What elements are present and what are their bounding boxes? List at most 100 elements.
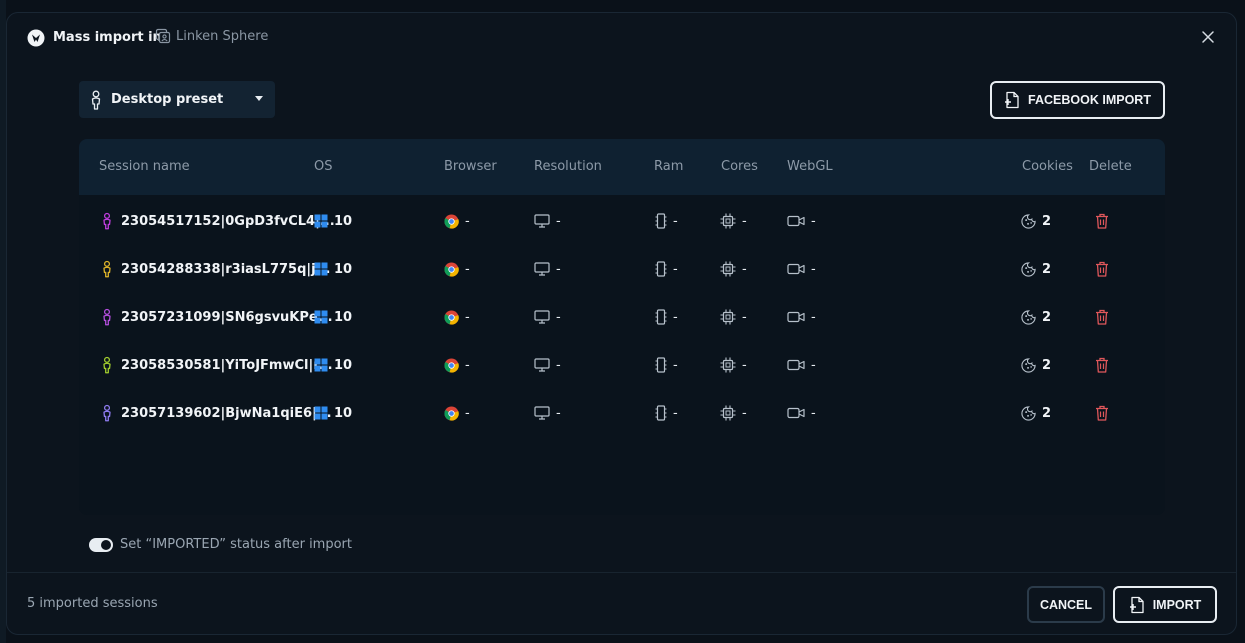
table-row[interactable]: 23058530581|YiToJFmwCl|r... 10 - - - - - 2 (79, 341, 1165, 389)
session-name: 23054517152|0GpD3fvCL4|... (121, 213, 335, 229)
imported-status-toggle[interactable] (89, 537, 113, 552)
cores-value: - (742, 309, 747, 325)
cookies-cell: 2 (1021, 389, 1051, 437)
import-button[interactable]: IMPORT (1113, 586, 1217, 623)
windows-icon (314, 262, 328, 276)
trash-icon[interactable] (1095, 213, 1109, 229)
ram-cell: - (655, 293, 678, 341)
cpu-icon (720, 213, 736, 229)
video-icon (787, 359, 805, 371)
browser-cell: - (444, 197, 470, 245)
delete-button[interactable] (1095, 389, 1109, 437)
webgl-value: - (811, 309, 816, 325)
monitor-icon (534, 406, 550, 420)
close-icon[interactable] (1200, 29, 1216, 45)
browser-value: - (465, 357, 470, 373)
preset-dropdown[interactable]: Desktop preset (79, 81, 275, 118)
cores-value: - (742, 405, 747, 421)
ram-icon (655, 309, 667, 325)
team-label: Linken Sphere (176, 28, 269, 44)
chrome-icon (444, 405, 459, 421)
webgl-value: - (811, 357, 816, 373)
col-resolution: Resolution (534, 159, 602, 174)
cookies-count: 2 (1042, 261, 1052, 277)
resolution-cell: - (534, 341, 561, 389)
modal-header: Mass import in Linken Sphere (7, 13, 1236, 63)
ram-cell: - (655, 341, 678, 389)
chrome-icon (444, 357, 459, 373)
chrome-icon (444, 309, 459, 325)
webgl-cell: - (787, 197, 816, 245)
delete-button[interactable] (1095, 245, 1109, 293)
cores-cell: - (720, 197, 747, 245)
session-name-cell: 23054517152|0GpD3fvCL4|... (101, 197, 335, 245)
windows-icon (314, 406, 328, 420)
facebook-import-label: FACEBOOK IMPORT (1028, 93, 1151, 107)
imported-status-label: Set “IMPORTED” status after import (120, 537, 352, 552)
trash-icon[interactable] (1095, 405, 1109, 421)
cookies-cell: 2 (1021, 341, 1051, 389)
video-icon (787, 311, 805, 323)
ram-icon (655, 261, 667, 277)
cores-cell: - (720, 293, 747, 341)
trash-icon[interactable] (1095, 261, 1109, 277)
person-icon (101, 212, 113, 230)
windows-icon (314, 214, 328, 228)
resolution-cell: - (534, 197, 561, 245)
browser-cell: - (444, 389, 470, 437)
session-name-cell: 23054288338|r3iasL775q|j... (101, 245, 330, 293)
table-header: Session name OS Browser Resolution Ram C… (79, 139, 1165, 195)
webgl-value: - (811, 405, 816, 421)
cores-cell: - (720, 245, 747, 293)
cores-cell: - (720, 341, 747, 389)
trash-icon[interactable] (1095, 357, 1109, 373)
cancel-button[interactable]: CANCEL (1027, 586, 1105, 623)
delete-button[interactable] (1095, 341, 1109, 389)
table-row[interactable]: 23054288338|r3iasL775q|j... 10 - - - - - 2 (79, 245, 1165, 293)
browser-cell: - (444, 245, 470, 293)
cancel-label: CANCEL (1039, 597, 1093, 612)
chevron-down-icon (255, 96, 263, 101)
imported-status-setting: Set “IMPORTED” status after import (89, 537, 352, 552)
video-icon (787, 215, 805, 227)
col-webgl: WebGL (787, 159, 833, 174)
browser-value: - (465, 213, 470, 229)
cookies-cell: 2 (1021, 293, 1051, 341)
os-version: 10 (334, 261, 353, 277)
ram-cell: - (655, 197, 678, 245)
table-row[interactable]: 23057231099|SN6gsvuKPe... 10 - - - - - 2 (79, 293, 1165, 341)
cores-value: - (742, 261, 747, 277)
session-name: 23058530581|YiToJFmwCl|r... (121, 357, 333, 373)
modal-title: Mass import in (53, 30, 162, 45)
resolution-cell: - (534, 245, 561, 293)
browser-cell: - (444, 341, 470, 389)
session-name-cell: 23057231099|SN6gsvuKPe... (101, 293, 333, 341)
cookie-icon (1021, 309, 1036, 325)
delete-button[interactable] (1095, 197, 1109, 245)
os-cell: 10 (314, 389, 352, 437)
cpu-icon (720, 309, 736, 325)
resolution-value: - (556, 261, 561, 277)
trash-icon[interactable] (1095, 309, 1109, 325)
session-name-cell: 23057139602|BjwNa1qiE6|... (101, 389, 332, 437)
col-delete: Delete (1089, 159, 1132, 174)
cookies-count: 2 (1042, 405, 1052, 421)
logo-icon (27, 29, 45, 47)
cpu-icon (720, 357, 736, 373)
os-version: 10 (334, 309, 353, 325)
delete-button[interactable] (1095, 293, 1109, 341)
ram-value: - (673, 309, 678, 325)
resolution-value: - (556, 405, 561, 421)
footer-divider (7, 572, 1236, 573)
browser-cell: - (444, 293, 470, 341)
monitor-icon (534, 262, 550, 276)
sessions-table: Session name OS Browser Resolution Ram C… (79, 139, 1165, 515)
table-row[interactable]: 23057139602|BjwNa1qiE6|... 10 - - - - - 2 (79, 389, 1165, 437)
person-icon (101, 260, 113, 278)
cores-value: - (742, 357, 747, 373)
resolution-cell: - (534, 293, 561, 341)
windows-icon (314, 358, 328, 372)
table-row[interactable]: 23054517152|0GpD3fvCL4|... 10 - - - - - 2 (79, 197, 1165, 245)
facebook-import-button[interactable]: FACEBOOK IMPORT (990, 81, 1165, 119)
cpu-icon (720, 261, 736, 277)
